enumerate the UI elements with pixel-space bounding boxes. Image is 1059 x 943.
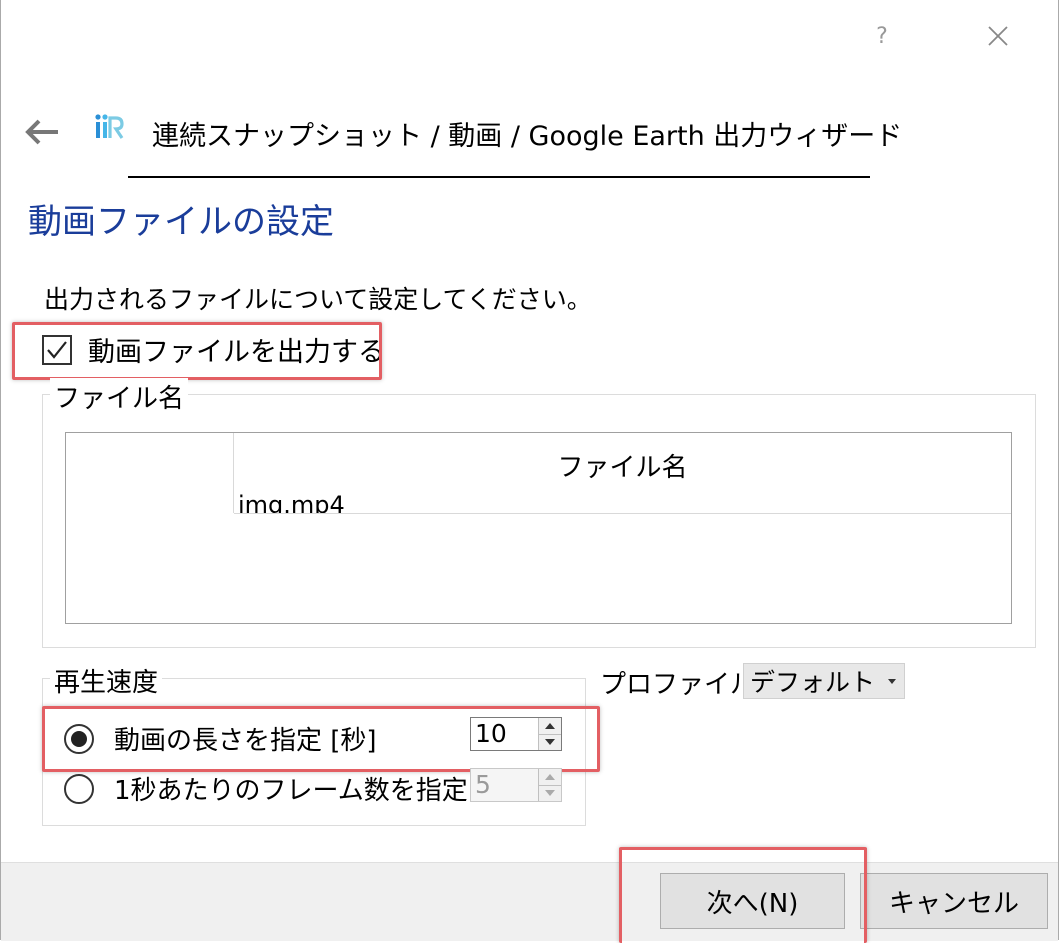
next-button[interactable]: 次へ(N) — [660, 873, 845, 929]
radio-duration[interactable]: 動画の長さを指定 [秒] — [64, 720, 377, 757]
app-logo-icon — [92, 112, 124, 142]
output-video-label: 動画ファイルを出力する — [88, 337, 385, 368]
duration-value[interactable]: 10 — [471, 718, 538, 750]
table-row-divider — [234, 513, 1011, 514]
radio-selected-icon[interactable] — [64, 723, 94, 754]
profile-selected-value: デフォルト — [750, 668, 876, 697]
filename-table[interactable]: ファイル名 img.mp4 — [65, 432, 1012, 624]
page-title: 動画ファイルの設定 — [28, 202, 334, 242]
framerate-value[interactable]: 5 — [471, 769, 538, 801]
radio-duration-label: 動画の長さを指定 [秒] — [114, 726, 377, 756]
cancel-button[interactable]: キャンセル — [860, 873, 1048, 929]
duration-decrement-button[interactable] — [539, 734, 561, 750]
table-cell-text: img.mp4 — [238, 491, 345, 513]
chevron-down-icon — [545, 739, 555, 746]
close-button[interactable] — [978, 16, 1018, 56]
duration-increment-button[interactable] — [539, 718, 561, 735]
profile-dropdown[interactable]: デフォルト — [743, 663, 905, 699]
chevron-up-icon — [545, 722, 555, 729]
framerate-spinbox[interactable]: 5 — [470, 768, 562, 802]
radio-framerate[interactable]: 1秒あたりのフレーム数を指定 — [64, 770, 468, 807]
duration-spinbox[interactable]: 10 — [470, 717, 562, 751]
help-button[interactable]: ? — [862, 16, 902, 56]
checkbox-checked-icon[interactable] — [42, 334, 72, 365]
output-video-checkbox[interactable]: 動画ファイルを出力する — [42, 330, 385, 369]
window-border-left — [0, 0, 1, 940]
profile-label: プロファイル — [600, 670, 757, 700]
chevron-down-icon — [888, 678, 896, 684]
radio-unselected-icon[interactable] — [64, 773, 94, 804]
chevron-up-icon — [545, 773, 555, 780]
back-button[interactable] — [22, 112, 62, 152]
playback-group-title: 再生速度 — [50, 662, 163, 699]
table-cell-filename[interactable]: img.mp4 — [234, 483, 1011, 513]
framerate-decrement-button[interactable] — [539, 785, 561, 801]
radio-framerate-label: 1秒あたりのフレーム数を指定 — [114, 776, 468, 806]
page-instruction: 出力されるファイルについて設定してください。 — [44, 285, 592, 314]
chevron-down-icon — [545, 790, 555, 797]
close-icon — [988, 26, 1008, 46]
wizard-title-divider — [128, 176, 870, 178]
filename-group-title: ファイル名 — [50, 378, 189, 415]
wizard-title: 連続スナップショット / 動画 / Google Earth 出力ウィザード — [152, 121, 903, 152]
help-label: ? — [876, 23, 888, 49]
table-corner — [66, 433, 233, 513]
table-header-label: ファイル名 — [557, 453, 688, 483]
back-arrow-icon — [25, 119, 58, 145]
framerate-increment-button[interactable] — [539, 769, 561, 786]
